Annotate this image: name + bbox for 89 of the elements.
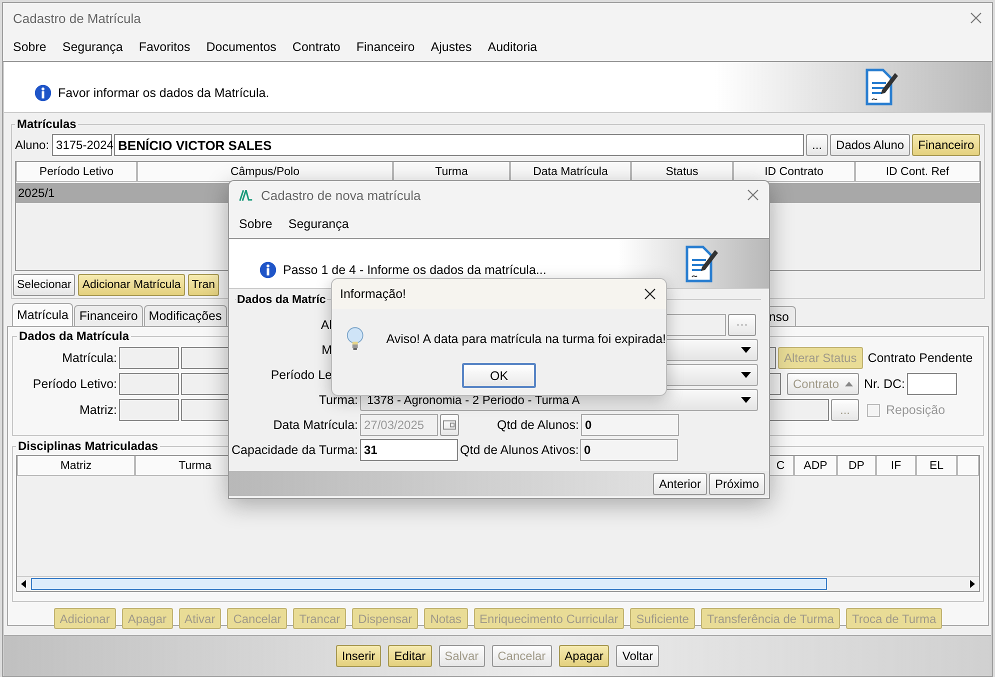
tab[interactable]: Matrícula: [12, 303, 74, 326]
menu-item[interactable]: Ajustes: [430, 40, 472, 54]
group-title: Disciplinas Matriculadas: [17, 439, 160, 453]
dropdown-arrow-icon: [741, 396, 751, 402]
student-code-field[interactable]: 3175-2024: [52, 134, 112, 156]
input-field[interactable]: [906, 373, 957, 395]
field-label: Aluno:: [15, 138, 50, 152]
group-title: Matrículas: [16, 117, 78, 131]
calendar-button[interactable]: [440, 414, 459, 436]
field-label: Capacidade da Turma:: [230, 442, 358, 456]
column-header[interactable]: ID Contrato: [733, 162, 855, 182]
field-label: Data Matrícula:: [272, 418, 358, 432]
ok-button[interactable]: OK: [462, 363, 536, 388]
action-button[interactable]: Dados Aluno: [830, 134, 910, 156]
menu-item[interactable]: Sobre: [13, 40, 46, 54]
calendar-icon: [443, 420, 456, 430]
lookup-button[interactable]: [728, 314, 756, 336]
action-button[interactable]: Editar: [388, 645, 432, 667]
field-label: Período Letivo:: [32, 377, 117, 391]
column-header[interactable]: Período Letivo: [16, 162, 137, 182]
action-button[interactable]: Tran: [188, 274, 220, 296]
dialog-title: Informação!: [340, 287, 406, 301]
column-header[interactable]: EL: [916, 456, 957, 476]
field-label: Al: [320, 318, 332, 332]
input-field[interactable]: 31: [360, 438, 458, 460]
field-label: Qtd de Alunos Ativos:: [460, 442, 578, 456]
field-label: Período Le: [270, 368, 332, 382]
action-button[interactable]: ...: [806, 134, 828, 156]
info-icon: [259, 260, 277, 278]
status-text: Contrato Pendente: [868, 351, 973, 365]
column-header[interactable]: [957, 456, 979, 476]
action-button[interactable]: Financeiro: [912, 134, 980, 156]
action-button[interactable]: Inserir: [336, 645, 382, 667]
action-button[interactable]: Apagar: [558, 645, 610, 667]
menu-item[interactable]: Financeiro: [356, 40, 415, 54]
menu-item[interactable]: Segurança: [288, 216, 349, 230]
column-header[interactable]: DP: [837, 456, 876, 476]
scroll-left-icon[interactable]: [20, 580, 28, 588]
group-title: Dados da Matríc: [236, 294, 327, 306]
field-label: Matrícula:: [61, 351, 117, 365]
nav-button[interactable]: Anterior: [652, 472, 707, 494]
student-name-field[interactable]: BENÍCIO VICTOR SALES: [114, 134, 804, 156]
dropdown-arrow-icon: [741, 372, 751, 378]
light-bulb-icon: [346, 325, 364, 353]
action-button[interactable]: Selecionar: [13, 274, 76, 296]
column-header[interactable]: Turma: [393, 162, 510, 182]
column-header[interactable]: Data Matrícula: [510, 162, 631, 182]
field-label: Nr. DC:: [864, 377, 905, 391]
column-header[interactable]: Status: [631, 162, 733, 182]
dropdown-arrow-icon: [741, 346, 751, 352]
menu-item[interactable]: Auditoria: [488, 40, 538, 54]
checkbox-label: Reposição: [886, 403, 946, 417]
banner-message: Favor informar os dados da Matrícula.: [58, 86, 270, 100]
column-header[interactable]: ADP: [794, 456, 837, 476]
input-field[interactable]: [119, 347, 179, 369]
input-field[interactable]: 0: [580, 438, 678, 460]
dialog-title: Cadastro de nova matrícula: [261, 188, 422, 202]
menu-item[interactable]: Sobre: [239, 216, 272, 230]
menu-item[interactable]: Documentos: [206, 40, 276, 54]
table-cell-text: 2025/1: [17, 185, 56, 202]
close-icon[interactable]: [644, 288, 656, 300]
column-header[interactable]: Câmpus/Polo: [137, 162, 393, 182]
tab[interactable]: Financeiro: [74, 305, 143, 326]
app-logo-icon: [239, 188, 253, 202]
input-field[interactable]: [119, 399, 179, 421]
action-button[interactable]: Voltar: [616, 645, 660, 667]
tab[interactable]: Modificações: [144, 305, 227, 326]
scroll-right-icon[interactable]: [968, 580, 976, 588]
menu-item[interactable]: Contrato: [292, 40, 340, 54]
field-label: Turma:: [318, 392, 358, 406]
input-field[interactable]: [119, 373, 179, 395]
horizontal-scrollbar[interactable]: [17, 576, 979, 591]
info-icon: [34, 84, 52, 102]
window-title: Cadastro de Matrícula: [13, 10, 142, 26]
column-header[interactable]: ID Cont. Ref: [855, 162, 980, 182]
menu-item[interactable]: Segurança: [62, 40, 123, 54]
step-message: Passo 1 de 4 - Informe os dados da matrícula...: [283, 262, 548, 276]
caret-up-icon: [845, 381, 853, 387]
column-header[interactable]: Matriz: [17, 456, 135, 476]
menu-item[interactable]: Favoritos: [138, 40, 190, 54]
dialog-message: Aviso! A data para matrícula na turma foi expirada!: [386, 332, 666, 346]
field-label: M: [320, 342, 332, 356]
field-label: Matriz:: [78, 403, 117, 417]
input-field[interactable]: 0: [581, 414, 679, 436]
field-label: Qtd de Alunos:: [496, 418, 579, 432]
action-button[interactable]: Adicionar Matrícula: [78, 274, 185, 296]
nav-button[interactable]: Próximo: [708, 472, 765, 494]
group-title: Dados da Matrícula: [18, 329, 130, 343]
column-header[interactable]: IF: [876, 456, 916, 476]
